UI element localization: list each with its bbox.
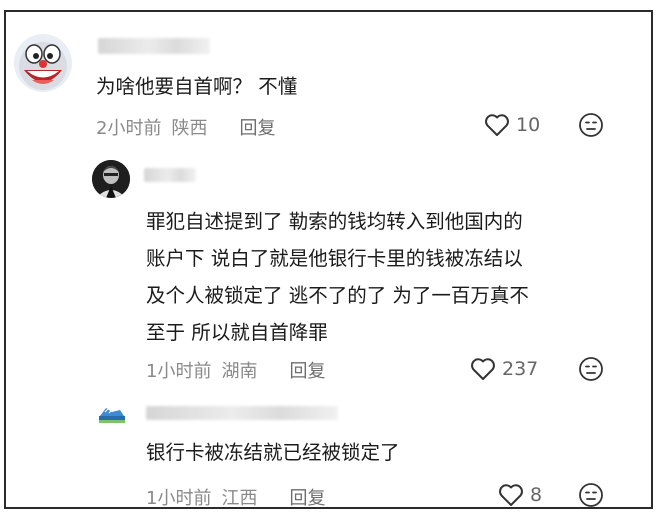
comment-text-line-1: 罪犯自述提到了 勒索的钱均转入到他国内的 bbox=[146, 210, 523, 233]
cartoon-face-avatar-icon bbox=[14, 34, 72, 92]
comment-location: 陕西 bbox=[171, 118, 208, 139]
comment-3: 银行卡被冻结就已经被锁定了 1小时前 江西 回复 8 bbox=[6, 390, 651, 509]
comment-thread: 为啥他要自首啊？ 不懂 2小时前 陕西 回复 10 罪犯自述提到了 勒索的钱均转… bbox=[4, 10, 653, 509]
avatar[interactable] bbox=[96, 398, 128, 430]
comment-time: 2小时前 bbox=[96, 118, 162, 139]
username-blurred[interactable] bbox=[146, 406, 338, 420]
comment-meta: 1小时前 江西 回复 bbox=[146, 484, 335, 510]
heart-icon bbox=[499, 484, 523, 506]
comment-2: 罪犯自述提到了 勒索的钱均转入到他国内的 账户下 说白了就是他银行卡里的钱被冻结… bbox=[6, 152, 651, 390]
comment-text-line-2: 账户下 说白了就是他银行卡里的钱被冻结以 bbox=[146, 247, 523, 270]
like-button[interactable]: 10 bbox=[484, 113, 540, 137]
comment-meta: 1小时前 湖南 回复 bbox=[146, 357, 335, 383]
emoji-reaction-button[interactable] bbox=[578, 356, 604, 386]
like-button[interactable]: 8 bbox=[498, 483, 542, 507]
comment-location: 江西 bbox=[221, 488, 258, 509]
like-count: 10 bbox=[516, 114, 541, 136]
comment-time: 1小时前 bbox=[146, 361, 212, 382]
portrait-avatar-icon bbox=[92, 160, 130, 198]
username-blurred[interactable] bbox=[98, 38, 210, 54]
emoji-reaction-button[interactable] bbox=[578, 112, 604, 142]
comment-text-line-4: 至于 所以就自首降罪 bbox=[146, 321, 328, 344]
comment-1: 为啥他要自首啊？ 不懂 2小时前 陕西 回复 10 bbox=[6, 12, 651, 152]
avatar[interactable] bbox=[14, 34, 72, 92]
reply-button[interactable]: 回复 bbox=[289, 361, 325, 382]
neutral-face-icon bbox=[579, 113, 603, 137]
heart-icon bbox=[485, 114, 509, 136]
neutral-face-icon bbox=[579, 483, 603, 507]
username-blurred[interactable] bbox=[144, 168, 196, 182]
comment-meta: 2小时前 陕西 回复 bbox=[96, 114, 285, 140]
comment-text-line-3: 及个人被锁定了 逃不了的了 为了一百万真不 bbox=[146, 284, 529, 307]
comment-text: 为啥他要自首啊？ 不懂 bbox=[96, 75, 298, 98]
avatar[interactable] bbox=[92, 160, 130, 198]
comment-text: 银行卡被冻结就已经被锁定了 bbox=[146, 441, 400, 464]
like-count: 8 bbox=[530, 484, 543, 506]
emoji-reaction-button[interactable] bbox=[578, 482, 604, 512]
neutral-face-icon bbox=[579, 357, 603, 381]
reply-button[interactable]: 回复 bbox=[239, 118, 275, 139]
like-count: 237 bbox=[502, 358, 539, 380]
comment-location: 湖南 bbox=[221, 361, 258, 382]
sneaker-avatar-icon bbox=[99, 408, 125, 423]
reply-button[interactable]: 回复 bbox=[289, 488, 325, 509]
heart-icon bbox=[471, 358, 495, 380]
like-button[interactable]: 237 bbox=[470, 357, 538, 381]
comment-time: 1小时前 bbox=[146, 488, 212, 509]
